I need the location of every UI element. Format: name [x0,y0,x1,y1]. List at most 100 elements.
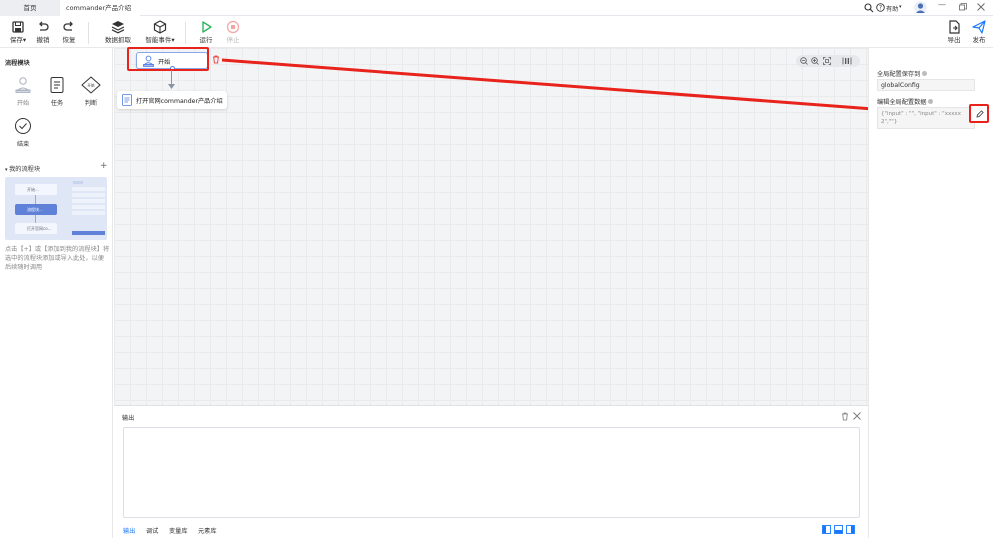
add-block-icon[interactable]: + [100,161,108,171]
redo-icon [63,21,73,31]
my-blocks-title: 我的流程块 [9,166,41,173]
help-label[interactable]: 有助 [886,4,898,13]
output-tab-debug[interactable]: 调试 [146,526,158,535]
zoom-in-icon[interactable] [811,57,819,65]
module-start-label: 开始 [16,100,30,107]
smart-event-button[interactable]: 智能事件▾ [143,19,177,45]
stop-button[interactable]: 停止 [218,19,248,45]
info-icon [928,99,934,104]
tab-commander-label: commander产品介绍 [66,4,132,12]
save-config-label-row: 全局配置保存到 [877,69,928,78]
data-capture-button[interactable]: 数据抓取 [103,19,133,45]
config-data-label-row: 编辑全局配置数据 [877,97,934,106]
svg-text:?: ? [879,5,882,12]
task-node-label: 打开官网commander产品介绍 [136,98,223,105]
avatar[interactable] [914,1,927,14]
minimize-icon[interactable]: — [938,0,946,9]
save-label: 保存 [9,36,23,44]
thumb-property-panel [72,181,105,236]
clear-output-icon[interactable] [841,412,849,421]
zoom-out-icon[interactable] [800,57,808,65]
align-icon[interactable] [842,57,852,65]
close-icon[interactable] [977,3,985,11]
save-config-input[interactable]: globalConfig [877,79,975,91]
layers-icon [111,21,125,34]
info-icon [922,71,928,76]
module-end-label: 结束 [16,141,30,148]
thumb-connector [35,215,36,223]
toolbar: 保存▾ 撤销 恢复 数据抓取 智能事件▾ 运行 停止 导出 发布 [0,16,993,48]
left-panel: 流程模块 开始 任务 开始 判断 结束 ▾ 我的流程块 + 开始... 流程块.… [0,48,113,538]
toolbar-divider [88,22,89,44]
save-icon [12,21,24,33]
help-icon[interactable]: ? [876,3,885,12]
my-block-thumbnail[interactable]: 开始... 流程块... 打开官网co... [5,177,107,240]
output-tab-output[interactable]: 输出 [123,526,135,535]
close-output-icon[interactable] [853,412,861,420]
canvas-tools [796,55,860,67]
help-caret-icon: ▾ [899,4,902,10]
thumb-mid-node: 流程块... [15,204,57,215]
redo-label: 恢复 [62,36,76,44]
stop-label: 停止 [226,36,240,44]
play-icon [202,21,212,33]
fit-view-icon[interactable] [823,57,831,65]
edit-config-button[interactable] [969,104,989,123]
module-decision-label: 判断 [84,100,98,107]
pencil-icon [976,110,984,118]
layout-left-icon[interactable] [822,525,831,534]
smart-event-label: 智能事件 [145,36,172,44]
run-label: 运行 [199,36,213,44]
tab-commander[interactable]: commander产品介绍 [60,0,140,16]
decision-badge: 开始 [87,83,95,88]
cube-icon [153,20,167,34]
run-button[interactable]: 运行 [191,19,221,45]
layout-bottom-icon[interactable] [834,525,843,534]
module-task[interactable]: 任务 [44,76,70,107]
config-data-textarea[interactable]: {"input" : "", "input" : "xxxxx 2",""} [877,107,975,129]
save-config-label: 全局配置保存到 [877,71,921,78]
module-task-label: 任务 [50,100,64,107]
delete-icon[interactable] [212,55,220,64]
module-start[interactable]: 开始 [10,76,36,107]
module-end[interactable]: 结束 [10,117,36,148]
output-tab-elements[interactable]: 元素库 [198,526,217,535]
my-blocks-hint: 点击【+】或【添加到我的流程块】将选中的流程块添加或导入此处，以便后续随时调用 [5,246,110,271]
task-node-icon [122,94,132,106]
title-bar: 首页 commander产品介绍 ? 有助 ▾ — [0,0,993,16]
flow-canvas[interactable]: 开始 打开官网commander产品介绍 [114,47,868,405]
my-blocks-header[interactable]: ▾ 我的流程块 [5,164,40,173]
thumb-connector [35,195,36,204]
redo-button[interactable]: 恢复 [54,19,84,45]
module-decision[interactable]: 开始 判断 [78,76,104,107]
output-log[interactable] [123,427,860,518]
tab-home[interactable]: 首页 [0,0,60,16]
start-module-icon [15,77,31,93]
tab-home-label: 首页 [23,4,37,12]
end-module-icon [15,118,31,134]
layout-right-icon[interactable] [846,525,855,534]
output-tab-variables[interactable]: 变量库 [169,526,188,535]
publish-button[interactable]: 发布 [964,19,993,45]
thumb-task-node: 打开官网co... [15,223,57,234]
properties-panel: 全局配置保存到 globalConfig 编辑全局配置数据 {"input" :… [868,48,993,538]
decision-module-icon: 开始 [81,76,101,94]
export-icon [949,20,960,34]
restore-icon[interactable] [959,3,967,11]
publish-label: 发布 [972,36,986,44]
toolbar-divider [185,22,186,44]
output-panel: 输出 输出 调试 变量库 元素库 [114,405,868,538]
data-capture-label: 数据抓取 [105,36,131,44]
task-module-icon [50,77,64,93]
undo-icon [39,21,49,31]
send-icon [972,20,986,34]
task-node[interactable]: 打开官网commander产品介绍 [117,91,227,109]
module-section-title: 流程模块 [5,60,30,67]
arrow-down-icon [168,84,175,89]
search-icon[interactable] [864,3,874,13]
start-node-highlight [127,47,209,71]
config-data-label: 编辑全局配置数据 [877,99,927,106]
output-title: 输出 [122,415,135,422]
stop-icon [226,20,240,34]
thumb-start-node: 开始... [15,184,57,195]
